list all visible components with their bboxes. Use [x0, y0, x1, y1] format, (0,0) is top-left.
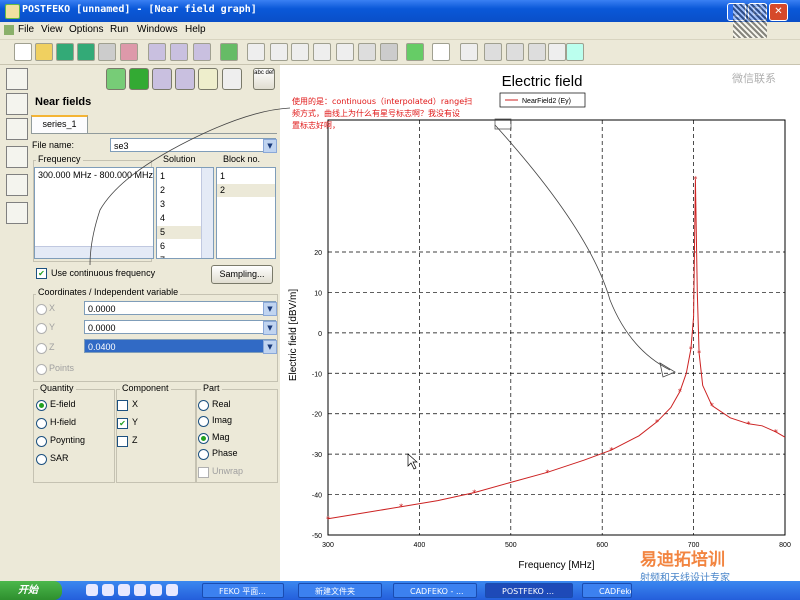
data-point-marker: * — [472, 489, 476, 498]
x-tick-label: 300 — [322, 542, 334, 549]
data-point-marker: * — [710, 402, 714, 411]
taskbar-item-folder[interactable]: 新建文件夹 — [298, 583, 382, 598]
qq-icon[interactable] — [134, 584, 146, 596]
y-tick-label: 0 — [318, 331, 322, 338]
data-point-marker: * — [746, 420, 750, 429]
delete-icon[interactable] — [106, 68, 126, 90]
media-icon[interactable] — [150, 584, 162, 596]
annotation-line-2: 频方式，曲线上为什么有星号标志啊？我没有设 — [292, 109, 460, 118]
import-icon[interactable] — [198, 68, 218, 90]
ie-icon[interactable] — [102, 584, 114, 596]
data-point-marker: * — [326, 515, 330, 524]
legend-label: NearField2 (Ey) — [522, 98, 571, 105]
taskbar-item-cadfeko[interactable]: CADFEKO - ... — [393, 583, 477, 598]
annotation-arrow — [89, 107, 291, 266]
start-button[interactable]: 开始 — [0, 581, 62, 600]
data-point-marker: * — [678, 387, 682, 396]
plot-frame — [327, 119, 786, 536]
y-tick-label: -20 — [312, 412, 322, 419]
taskbar-item-cadfeko-2[interactable]: CADFeko ... — [582, 583, 632, 598]
x-axis-label: Frequency [MHz] — [518, 560, 594, 571]
mouse-cursor-icon — [407, 453, 418, 470]
y-tick-label: -30 — [312, 452, 322, 459]
y-tick-label: -40 — [312, 493, 322, 500]
watermark-wechat: 微信联系 — [732, 72, 776, 85]
watermark-brand: 易迪拓培训 — [640, 550, 725, 570]
chart-title: Electric field — [502, 73, 583, 90]
edit-icon[interactable] — [152, 68, 172, 90]
taskbar-item-postfeko[interactable]: POSTFEKO ... — [485, 583, 573, 598]
data-point-marker: * — [693, 175, 697, 184]
copy-icon[interactable] — [175, 68, 195, 90]
add-icon[interactable] — [129, 68, 149, 90]
y-axis-label: Electric field [dBV/m] — [288, 289, 299, 381]
x-tick-label: 500 — [505, 542, 517, 549]
arrow-head-icon — [659, 362, 676, 378]
x-tick-label: 600 — [596, 542, 608, 549]
data-point-marker: * — [689, 345, 693, 354]
x-tick-label: 400 — [414, 542, 426, 549]
data-point-marker: * — [609, 446, 613, 455]
data-point-marker: * — [545, 468, 549, 477]
x-tick-label: 800 — [779, 542, 791, 549]
series-line — [327, 179, 786, 520]
desktop-icon[interactable] — [166, 584, 178, 596]
annotation-line-3: 置标志好啊， — [292, 121, 340, 130]
sum-icon[interactable] — [222, 68, 242, 90]
taskbar-item-feko[interactable]: FEKO 平面... — [202, 583, 284, 598]
y-tick-label: 10 — [314, 290, 322, 297]
data-point-marker: * — [655, 418, 659, 427]
data-point-marker: * — [697, 349, 701, 358]
quick-launch-icon[interactable] — [86, 584, 98, 596]
y-tick-label: -10 — [312, 371, 322, 378]
email-icon[interactable] — [118, 584, 130, 596]
abc-def-button[interactable]: abc def — [253, 68, 275, 90]
data-point-marker: * — [399, 503, 403, 512]
annotation-arrow — [494, 124, 671, 371]
data-point-marker: * — [774, 428, 778, 437]
y-tick-label: -50 — [312, 533, 322, 540]
qr-code-icon — [733, 4, 767, 38]
annotation-line-1: 使用的是：continuous（interpolated）range扫 — [292, 97, 473, 106]
near-field-chart: Electric field 20 10 0 -10 -20 -30 -40 -50300 400… — [89, 73, 791, 571]
y-tick-label: 20 — [314, 250, 322, 257]
